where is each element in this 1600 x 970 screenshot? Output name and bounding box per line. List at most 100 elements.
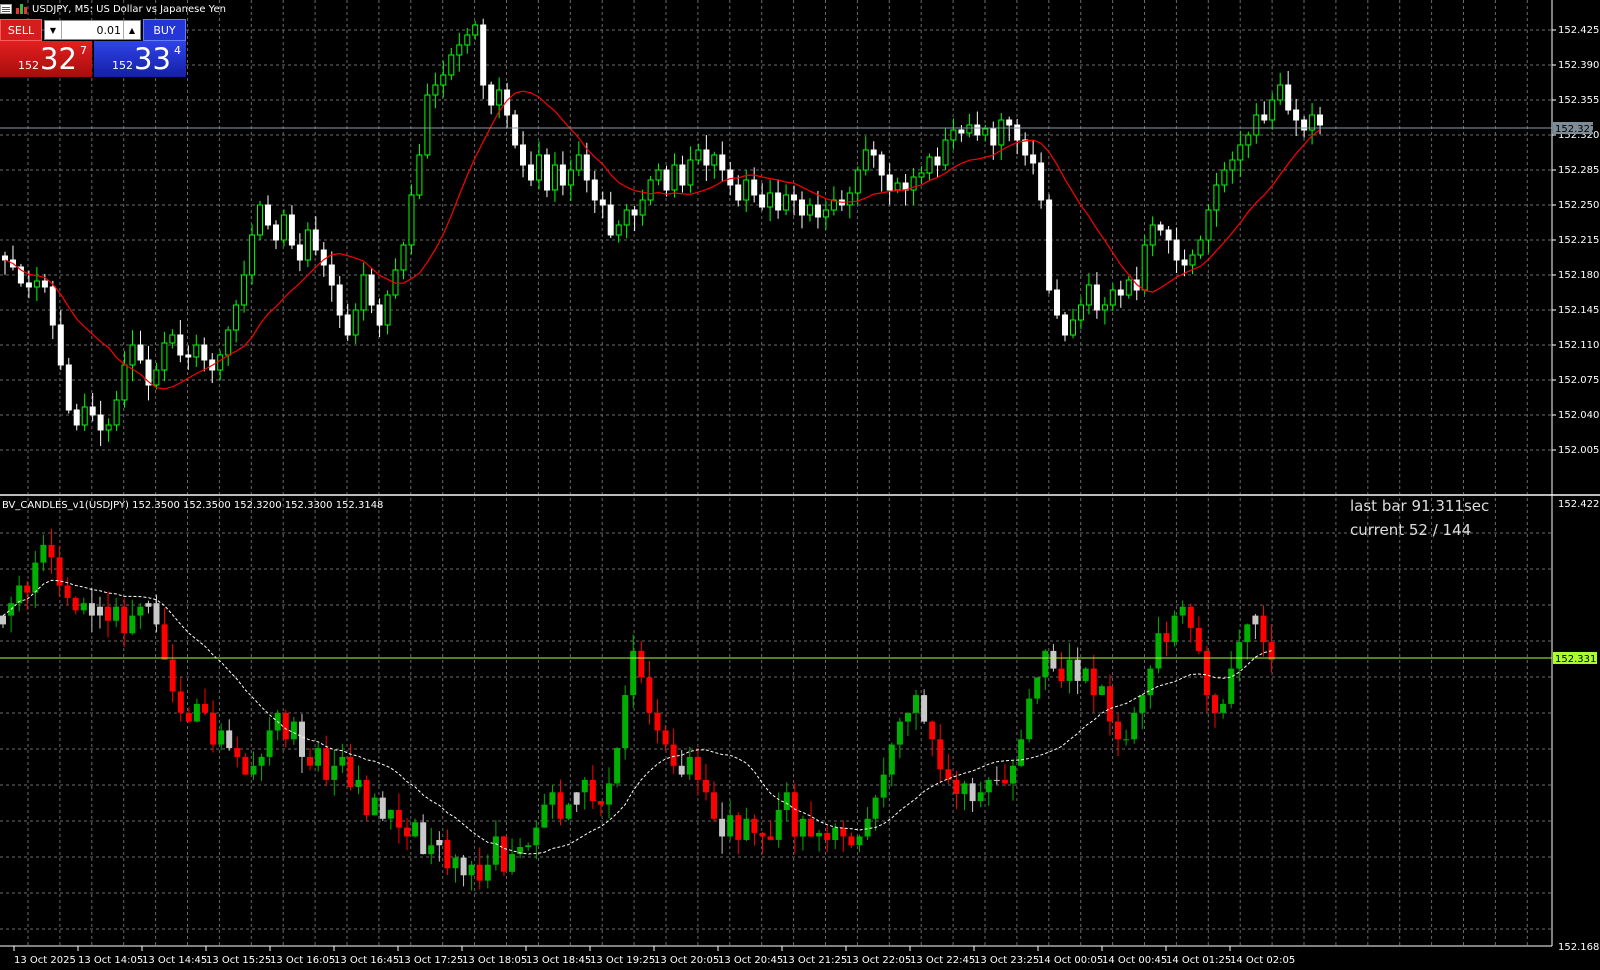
main-candle [1221,162,1228,193]
main-candle [312,216,319,256]
chevron-down-icon[interactable]: ▼ [45,21,62,39]
main-candle [1133,266,1140,301]
main-candle [153,362,160,390]
indicator-candle [670,728,677,774]
sell-price[interactable]: 152 32 7 [0,41,92,77]
indicator-candle [1066,643,1073,694]
main-candle [416,143,423,200]
main-candle [695,143,702,165]
main-candle [328,251,335,302]
last-bar-info: last bar 91.311sec [1350,497,1490,515]
buy-price[interactable]: 152 33 4 [94,41,186,77]
main-candle [273,220,279,250]
main-candle [1093,272,1100,319]
chart-canvas[interactable]: 152.425152.390152.355152.320152.285152.2… [0,0,1600,970]
main-candle [89,393,96,422]
indicator-candle [509,838,515,875]
indicator-candle [185,707,192,723]
indicator-candle [412,818,419,838]
indicator-candle [1195,616,1202,655]
price-tick-label: 152.110 [1558,340,1599,351]
lot-stepper[interactable]: ▼ ▲ [44,20,141,40]
indicator-ma-line [2,579,1272,855]
indicator-candle [484,854,491,889]
main-candle [1014,119,1021,155]
buy-button[interactable]: BUY [143,19,186,41]
main-candle [639,189,646,226]
main-candle [1165,226,1172,254]
main-candle [1046,194,1053,294]
time-tick-label: 13 Oct 16:05 [270,955,335,966]
indicator-candle [880,757,887,808]
indicator-candle [226,719,233,751]
current-info: current 52 / 144 [1350,521,1472,539]
indicator-candle [202,688,208,716]
indicator-candle [80,597,87,615]
indicator-candle [1042,649,1049,690]
time-tick-label: 13 Oct 2025 [14,955,76,966]
main-candle [886,163,893,205]
indicator-candle [646,661,653,725]
main-candle [1229,151,1236,184]
indicator-candle [872,794,879,831]
indicator-candle [274,709,281,741]
chart-type-icon[interactable] [16,4,28,14]
main-candle [352,303,359,344]
main-candle [296,233,303,272]
main-candle [10,245,16,271]
main-candle [934,147,941,178]
main-candle [1277,72,1284,105]
main-candle [966,113,973,138]
price-axis: 152.425152.390152.355152.320152.285152.2… [0,25,1600,953]
main-candle [105,418,112,442]
indicator-candle [137,603,144,629]
main-candle [1117,280,1124,308]
lot-input[interactable] [63,22,121,38]
main-candle [950,118,957,150]
main-candle [512,110,519,149]
main-candle [679,155,686,193]
main-candle [408,184,415,255]
main-candle [878,151,885,192]
main-candle [504,82,511,128]
time-tick-label: 14 Oct 02:05 [1230,955,1295,966]
menu-icon[interactable] [0,4,12,14]
indicator-price-label: 152.3310 [1555,654,1600,665]
main-candle [663,165,670,197]
indicator-candle [8,596,15,633]
price-tick-label: 152.040 [1558,410,1599,421]
indicator-candle [1001,764,1008,787]
indicator-candle [597,801,604,817]
time-tick-label: 13 Oct 20:05 [654,955,719,966]
indicator-candle [921,689,928,724]
main-candle [137,330,144,364]
indicator-candle [791,783,798,854]
indicator-candle [161,608,168,660]
main-candle [2,251,8,275]
indicator-candle [1268,624,1275,673]
indicator-candle [492,820,499,871]
price-tick-label: 152.425 [1558,25,1599,36]
main-candle [783,184,790,216]
indicator-candle [743,807,750,842]
main-candle [1006,116,1013,142]
main-candle [918,166,925,184]
chevron-up-icon[interactable]: ▲ [123,21,140,39]
main-candle [982,124,989,142]
main-candle [559,151,566,196]
time-tick-label: 13 Oct 15:25 [206,955,271,966]
indicator-candle [913,689,919,730]
main-candle [384,290,391,335]
indicator-candle [977,781,984,808]
indicator-candle [355,765,362,795]
main-candle [97,400,104,447]
sell-button[interactable]: SELL [0,19,42,41]
one-click-trading-panel: SELL ▼ ▲ BUY 152 32 7 152 33 4 [0,19,186,77]
main-candle [1070,308,1076,339]
indicator-candle [1123,729,1130,746]
price-tick-label: 152.355 [1558,95,1599,106]
main-candle [1253,103,1260,144]
indicator-candle [307,748,313,771]
main-candle [528,151,534,187]
indicator-candle [727,800,734,841]
